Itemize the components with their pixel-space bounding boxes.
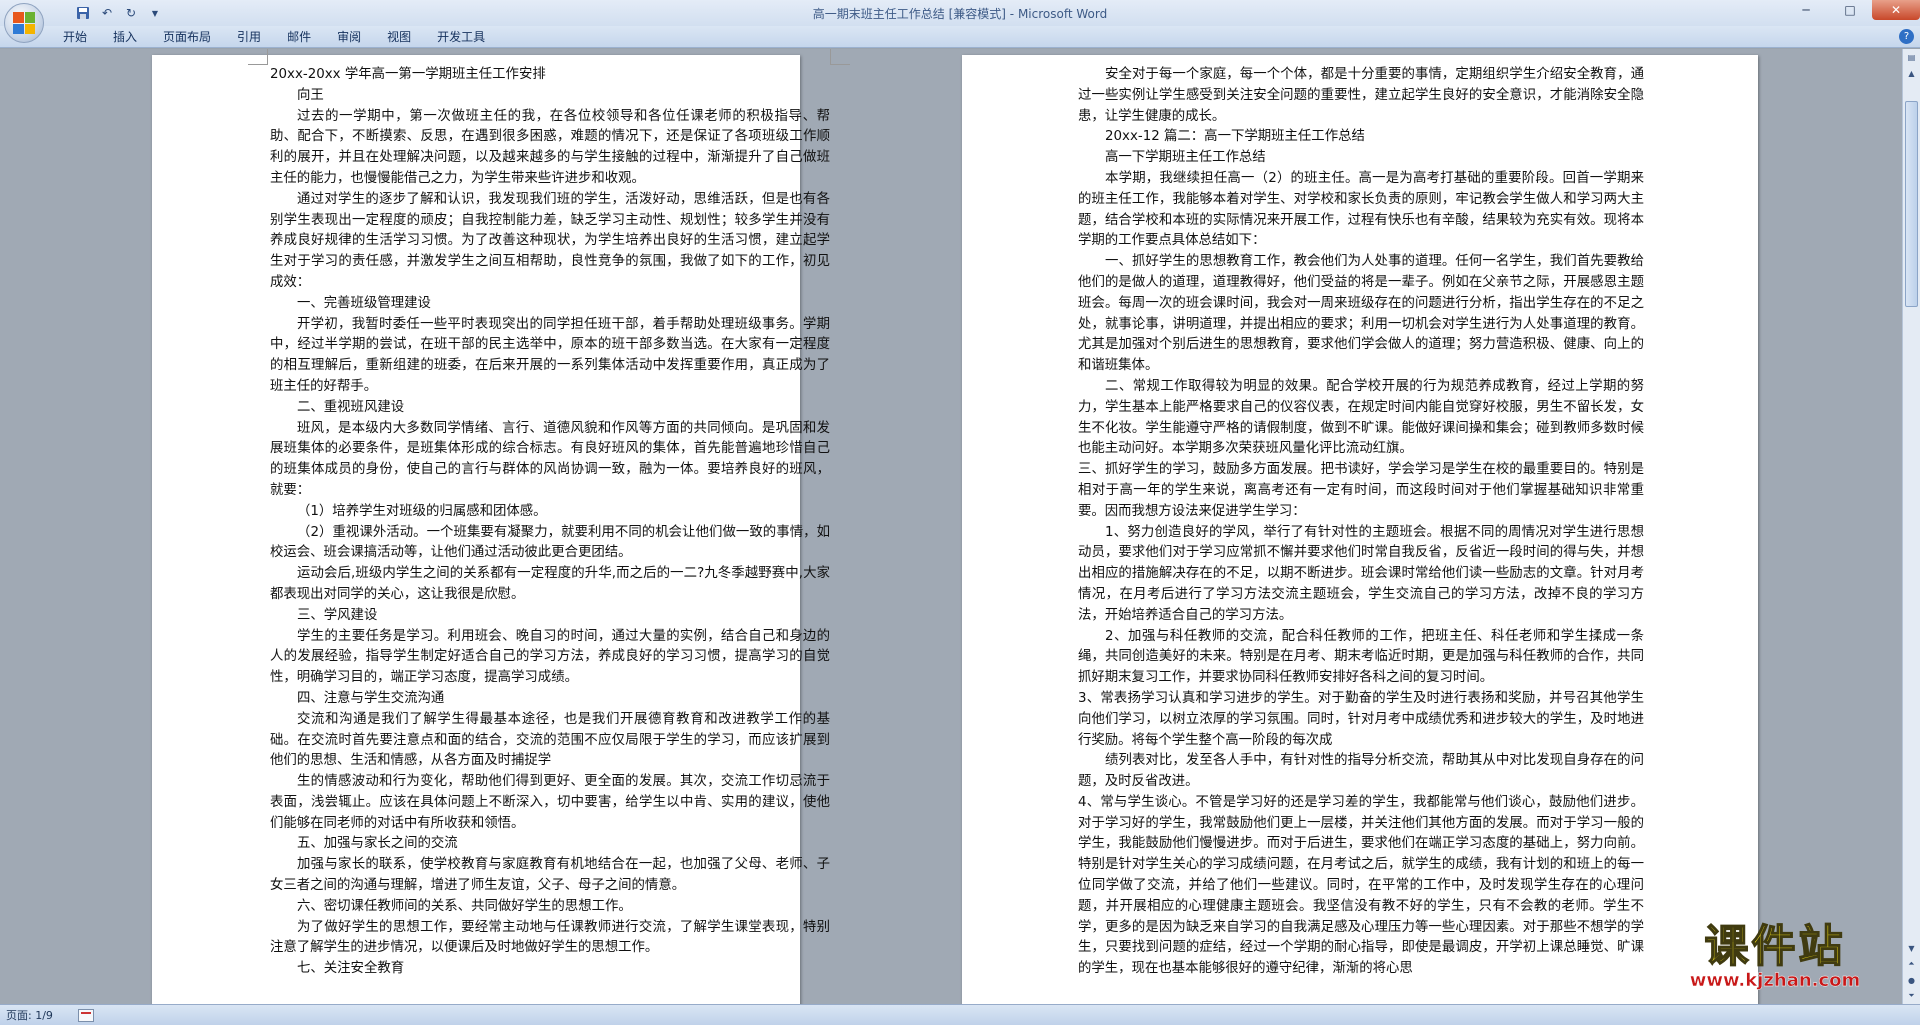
paragraph[interactable]: 向王 bbox=[270, 86, 830, 107]
paragraph[interactable]: 20xx-20xx 学年高一第一学期班主任工作安排 bbox=[270, 65, 830, 86]
proofing-status-icon[interactable] bbox=[78, 1008, 94, 1022]
paragraph[interactable]: 本学期，我继续担任高一（2）的班主任。高一是为高考打基础的重要阶段。回首一学期来… bbox=[1078, 169, 1644, 252]
window-title: 高一期末班主任工作总结 [兼容模式] - Microsoft Word bbox=[0, 5, 1920, 22]
minimize-button[interactable]: ─ bbox=[1784, 0, 1828, 20]
vertical-scrollbar[interactable]: ▤ ▲ ▼ ⏶ ● ⏷ bbox=[1902, 49, 1920, 1004]
crop-mark bbox=[248, 49, 268, 65]
tab-view[interactable]: 视图 bbox=[374, 28, 424, 47]
watermark-url: www.kjzhan.com bbox=[1689, 970, 1861, 991]
paragraph[interactable]: 绩列表对比，发至各人手中，有针对性的指导分析交流，帮助其从中对比发现自身存在的问… bbox=[1078, 751, 1644, 793]
paragraph[interactable]: （1）培养学生对班级的归属感和团体感。 bbox=[270, 502, 830, 523]
ruler-toggle-icon[interactable]: ▤ bbox=[1903, 49, 1920, 65]
paragraph[interactable]: 为了做好学生的思想工作，要经常主动地与任课教师进行交流，了解学生课堂表现，特别注… bbox=[270, 918, 830, 960]
document-area[interactable]: 20xx-20xx 学年高一第一学期班主任工作安排 向王 过去的一学期中，第一次做班… bbox=[0, 49, 1902, 1004]
paragraph[interactable]: 3、常表扬学习认真和学习进步的学生。对于勤奋的学生及时进行表扬和奖励，并号召其他… bbox=[1078, 689, 1644, 751]
tab-review[interactable]: 审阅 bbox=[324, 28, 374, 47]
paragraph[interactable]: 2、加强与科任教师的交流，配合科任教师的工作，把班主任、科任老师和学生揉成一条绳… bbox=[1078, 627, 1644, 689]
maximize-button[interactable]: □ bbox=[1828, 0, 1872, 20]
paragraph[interactable]: 高一下学期班主任工作总结 bbox=[1078, 148, 1644, 169]
tab-page-layout[interactable]: 页面布局 bbox=[150, 28, 224, 47]
watermark-title: 课件站 bbox=[1704, 921, 1846, 973]
paragraph[interactable]: 七、关注安全教育 bbox=[270, 959, 830, 980]
paragraph[interactable]: 加强与家长的联系，使学校教育与家庭教育有机地结合在一起，也加强了父母、老师、子女… bbox=[270, 855, 830, 897]
close-button[interactable]: ✕ bbox=[1872, 0, 1920, 20]
scroll-bottom-controls: ▼ ⏶ ● ⏷ bbox=[1903, 940, 1920, 1004]
page-1[interactable]: 20xx-20xx 学年高一第一学期班主任工作安排 向王 过去的一学期中，第一次做班… bbox=[152, 49, 850, 1004]
app-name: Microsoft Word bbox=[1017, 7, 1108, 21]
paragraph[interactable]: 二、重视班风建设 bbox=[270, 398, 830, 419]
next-page-icon[interactable]: ⏷ bbox=[1903, 988, 1920, 1004]
scroll-up-icon[interactable]: ▲ bbox=[1903, 65, 1920, 81]
paragraph[interactable]: 三、抓好学生的学习，鼓励多方面发展。把书读好，学会学习是学生在校的最重要目的。特… bbox=[1078, 460, 1644, 522]
select-browse-object-icon[interactable]: ● bbox=[1903, 972, 1920, 988]
paragraph[interactable]: 运动会后,班级内学生之间的关系都有一定程度的升华,而之后的一二?九冬季越野赛中,… bbox=[270, 564, 830, 606]
page-indicator[interactable]: 页面: 1/9 bbox=[0, 1007, 70, 1023]
paragraph[interactable]: 交流和沟通是我们了解学生得最基本途径，也是我们开展德育教育和改进教学工作的基础。… bbox=[270, 710, 830, 772]
previous-page-icon[interactable]: ⏶ bbox=[1903, 956, 1920, 972]
page-1-text[interactable]: 20xx-20xx 学年高一第一学期班主任工作安排 向王 过去的一学期中，第一次做班… bbox=[270, 65, 830, 980]
tab-insert[interactable]: 插入 bbox=[100, 28, 150, 47]
paragraph[interactable]: 三、学风建设 bbox=[270, 606, 830, 627]
paragraph[interactable]: 20xx-12 篇二：高一下学期班主任工作总结 bbox=[1078, 127, 1644, 148]
paragraph[interactable]: 一、抓好学生的思想教育工作，教会他们为人处事的道理。任何一名学生，我们首先要教给… bbox=[1078, 252, 1644, 377]
office-logo-icon bbox=[13, 12, 35, 34]
paragraph[interactable]: 五、加强与家长之间的交流 bbox=[270, 834, 830, 855]
paragraph[interactable]: 安全对于每一个家庭，每一个个体，都是十分重要的事情，定期组织学生介绍安全教育，通… bbox=[1078, 65, 1644, 127]
paragraph[interactable]: 4、常与学生谈心。不管是学习好的还是学习差的学生，我都能常与他们谈心，鼓励他们进… bbox=[1078, 793, 1644, 980]
tab-mailings[interactable]: 邮件 bbox=[274, 28, 324, 47]
paragraph[interactable]: 1、努力创造良好的学风，举行了有针对性的主题班会。根据不同的周情况对学生进行思想… bbox=[1078, 523, 1644, 627]
tab-references[interactable]: 引用 bbox=[224, 28, 274, 47]
paragraph[interactable]: 生的情感波动和行为变化，帮助他们得到更好、更全面的发展。其次，交流工作切忌流于表… bbox=[270, 772, 830, 834]
watermark-logo: 课件站 www.kjzhan.com bbox=[1652, 921, 1898, 991]
ribbon-tab-bar: 开始 插入 页面布局 引用 邮件 审阅 视图 开发工具 ? bbox=[0, 26, 1920, 48]
paragraph[interactable]: 四、注意与学生交流沟通 bbox=[270, 689, 830, 710]
office-button[interactable] bbox=[4, 3, 44, 43]
paragraph[interactable]: （2）重视课外活动。一个班集要有凝聚力，就要利用不同的机会让他们做一致的事情，如… bbox=[270, 523, 830, 565]
page-2-text[interactable]: 安全对于每一个家庭，每一个个体，都是十分重要的事情，定期组织学生介绍安全教育，通… bbox=[1078, 65, 1644, 980]
paragraph[interactable]: 一、完善班级管理建设 bbox=[270, 294, 830, 315]
ribbon-tabs: 开始 插入 页面布局 引用 邮件 审阅 视图 开发工具 bbox=[50, 28, 498, 47]
paragraph[interactable]: 开学初，我暂时委任一些平时表现突出的同学担任班干部，着手帮助处理班级事务。学期中… bbox=[270, 315, 830, 398]
title-separator: - bbox=[1005, 7, 1018, 21]
paragraph[interactable]: 六、密切课任教师间的关系、共同做好学生的思想工作。 bbox=[270, 897, 830, 918]
status-bar: 页面: 1/9 bbox=[0, 1004, 1920, 1025]
paragraph[interactable]: 通过对学生的逐步了解和认识，我发现我们班的学生，活泼好动，思维活跃，但是也有各别… bbox=[270, 190, 830, 294]
tab-home[interactable]: 开始 bbox=[50, 28, 100, 47]
tab-developer[interactable]: 开发工具 bbox=[424, 28, 498, 47]
scroll-down-icon[interactable]: ▼ bbox=[1903, 940, 1920, 956]
scroll-thumb[interactable] bbox=[1905, 101, 1918, 307]
paragraph[interactable]: 学生的主要任务是学习。利用班会、晚自习的时间，通过大量的实例，结合自己和身边的人… bbox=[270, 627, 830, 689]
crop-mark bbox=[830, 49, 850, 65]
title-bar: ↶ ↻ ▼ 高一期末班主任工作总结 [兼容模式] - Microsoft Wor… bbox=[0, 0, 1920, 43]
window-controls: ─ □ ✕ bbox=[1784, 0, 1920, 20]
page-2[interactable]: 安全对于每一个家庭，每一个个体，都是十分重要的事情，定期组织学生介绍安全教育，通… bbox=[962, 55, 1758, 1004]
paragraph[interactable]: 班风，是本级内大多数同学情绪、言行、道德风貌和作风等方面的共同倾向。是巩固和发展… bbox=[270, 419, 830, 502]
help-icon[interactable]: ? bbox=[1899, 29, 1914, 44]
document-name: 高一期末班主任工作总结 [兼容模式] bbox=[812, 7, 1006, 21]
paragraph[interactable]: 二、常规工作取得较为明显的效果。配合学校开展的行为规范养成教育，经过上学期的努力… bbox=[1078, 377, 1644, 460]
paragraph[interactable]: 过去的一学期中，第一次做班主任的我，在各位校领导和各位任课老师的积极指导、帮助、… bbox=[270, 107, 830, 190]
